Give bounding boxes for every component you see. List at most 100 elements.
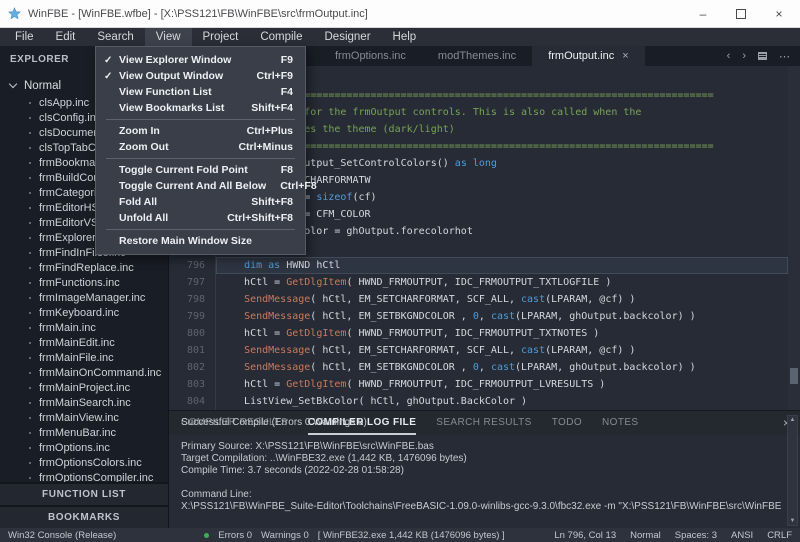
tab-scroll-right-icon[interactable]: › [742,50,746,62]
window-list-icon[interactable] [758,52,767,60]
status-warnings: Warnings 0 [261,530,309,541]
code-text: hCtl = GetDlgItem( HWND_FRMOUTPUT, IDC_F… [215,325,788,342]
menu-item-restore-main-window-size[interactable]: Restore Main Window Size [96,233,305,249]
scroll-down-icon[interactable]: ▼ [790,518,796,524]
menu-item-toggle-current-and-all-below[interactable]: Toggle Current And All BelowCtrl+F8 [96,178,305,194]
menu-edit[interactable]: Edit [45,28,87,46]
window-title: WinFBE - [WinFBE.wfbe] - [X:\PSS121\FB\W… [28,8,368,20]
line-number: 799 [169,308,215,325]
menu-item-label: View Bookmarks List [119,102,237,114]
menu-file[interactable]: File [4,28,45,46]
minimize-button[interactable]: – [696,7,710,21]
menu-item-view-function-list[interactable]: View Function List F4 [96,84,305,100]
file-item-frmmain-inc[interactable]: frmMain.inc [0,320,168,335]
file-bullet-icon [29,102,31,104]
code-line-796[interactable]: 796 dim as HWND hCtl [169,257,788,274]
file-item-frmmainoncommand-inc[interactable]: frmMainOnCommand.inc [0,365,168,380]
code-line-797[interactable]: 797 hCtl = GetDlgItem( HWND_FRMOUTPUT, I… [169,274,788,291]
editor-scrollbar[interactable] [788,66,800,410]
tab-label: frmOutput.inc [548,50,614,62]
menu-bar: FileEditSearchViewProjectCompileDesigner… [0,28,800,46]
file-bullet-icon [29,447,31,449]
file-item-frmoptions-inc[interactable]: frmOptions.inc [0,440,168,455]
file-item-frmmainview-inc[interactable]: frmMainView.inc [0,410,168,425]
code-line-803[interactable]: 803 hCtl = GetDlgItem( HWND_FRMOUTPUT, I… [169,376,788,393]
tab-frmoptions-inc[interactable]: frmOptions.inc [319,46,422,66]
tab-frmoutput-inc[interactable]: frmOutput.inc × [532,46,644,66]
editor-scrollbar-thumb[interactable] [790,368,798,384]
explorer-group-label: Normal [24,80,61,92]
status-cursor-position[interactable]: Ln 796, Col 13 [554,530,616,541]
menu-compile[interactable]: Compile [249,28,313,46]
status-mode[interactable]: Normal [630,530,661,541]
file-bullet-icon [29,312,31,314]
menu-item-view-explorer-window[interactable]: ✓View Explorer WindowF9 [96,52,305,68]
file-item-frmoptionscolors-inc[interactable]: frmOptionsColors.inc [0,455,168,470]
menu-item-toggle-current-fold-point[interactable]: Toggle Current Fold PointF8 [96,162,305,178]
menu-item-label: Unfold All [119,212,213,224]
menu-item-shortcut: F4 [281,86,293,98]
tab-scroll-left-icon[interactable]: ‹ [727,50,731,62]
file-name: frmMain.inc [39,322,96,334]
checkmark-icon: ✓ [104,55,119,66]
status-spaces[interactable]: Spaces: 3 [675,530,717,541]
bookmarks-bar[interactable]: BOOKMARKS [0,505,168,528]
menu-item-view-output-window[interactable]: ✓View Output WindowCtrl+F9 [96,68,305,84]
file-bullet-icon [29,132,31,134]
menu-item-unfold-all[interactable]: Unfold All Ctrl+Shift+F8 [96,210,305,226]
line-number: 798 [169,291,215,308]
status-errors: Errors 0 [218,530,252,541]
file-item-frmmainfile-inc[interactable]: frmMainFile.inc [0,350,168,365]
menu-search[interactable]: Search [86,28,144,46]
file-bullet-icon [29,432,31,434]
file-item-frmimagemanager-inc[interactable]: frmImageManager.inc [0,290,168,305]
function-list-bar[interactable]: FUNCTION LIST [0,482,168,505]
tab-label: modThemes.inc [438,50,516,62]
menu-item-shortcut: Shift+F8 [251,196,293,208]
code-text: SendMessage( hCtl, EM_SETCHARFORMAT, SCF… [215,342,788,359]
tab-more-icon[interactable]: ⋯ [779,50,790,63]
menu-item-label: Toggle Current Fold Point [119,164,267,176]
menu-item-shortcut: Ctrl+Shift+F8 [227,212,293,224]
menu-item-zoom-in[interactable]: Zoom InCtrl+Plus [96,123,305,139]
status-encoding[interactable]: ANSI [731,530,753,541]
menu-view[interactable]: View [145,28,192,46]
file-item-frmmainproject-inc[interactable]: frmMainProject.inc [0,380,168,395]
status-build-config[interactable]: Win32 Console (Release) [8,530,116,541]
code-text: SendMessage( hCtl, EM_SETBKGNDCOLOR , 0,… [215,359,788,376]
menu-help[interactable]: Help [382,28,428,46]
status-line-ending[interactable]: CRLF [767,530,792,541]
code-line-798[interactable]: 798 SendMessage( hCtl, EM_SETCHARFORMAT,… [169,291,788,308]
file-item-frmfunctions-inc[interactable]: frmFunctions.inc [0,275,168,290]
code-line-801[interactable]: 801 SendMessage( hCtl, EM_SETCHARFORMAT,… [169,342,788,359]
file-item-frmfindreplace-inc[interactable]: frmFindReplace.inc [0,260,168,275]
menu-item-view-bookmarks-list[interactable]: View Bookmarks ListShift+F4 [96,100,305,116]
menu-project[interactable]: Project [192,28,250,46]
log-line: Target Compilation: ..\WinFBE32.exe (1,4… [181,453,782,465]
code-line-802[interactable]: 802 SendMessage( hCtl, EM_SETBKGNDCOLOR … [169,359,788,376]
tab-close-icon[interactable]: × [622,50,628,62]
maximize-button[interactable] [734,7,748,21]
menu-item-label: View Function List [119,86,267,98]
code-line-800[interactable]: 800 hCtl = GetDlgItem( HWND_FRMOUTPUT, I… [169,325,788,342]
scroll-up-icon[interactable]: ▲ [790,417,796,423]
line-number: 800 [169,325,215,342]
file-name: frmMainProject.inc [39,382,130,394]
tab-modthemes-inc[interactable]: modThemes.inc [422,46,532,66]
status-ok-dot [204,533,209,538]
maximize-icon [736,9,746,19]
code-line-804[interactable]: 804 ListView_SetBkColor( hCtl, ghOutput.… [169,393,788,410]
file-item-frmmenubar-inc[interactable]: frmMenuBar.inc [0,425,168,440]
file-item-frmkeyboard-inc[interactable]: frmKeyboard.inc [0,305,168,320]
file-item-frmmainedit-inc[interactable]: frmMainEdit.inc [0,335,168,350]
code-line-799[interactable]: 799 SendMessage( hCtl, EM_SETBKGNDCOLOR … [169,308,788,325]
menu-item-fold-all[interactable]: Fold AllShift+F8 [96,194,305,210]
output-scrollbar[interactable]: ▲ ▼ [787,415,798,526]
menu-item-zoom-out[interactable]: Zoom OutCtrl+Minus [96,139,305,155]
menu-designer[interactable]: Designer [314,28,382,46]
file-item-frmmainsearch-inc[interactable]: frmMainSearch.inc [0,395,168,410]
file-bullet-icon [29,387,31,389]
window-controls: – × [696,7,792,21]
status-compile-info: Errors 0 Warnings 0 [ WinFBE32.exe 1,442… [204,530,504,541]
close-button[interactable]: × [772,7,786,21]
